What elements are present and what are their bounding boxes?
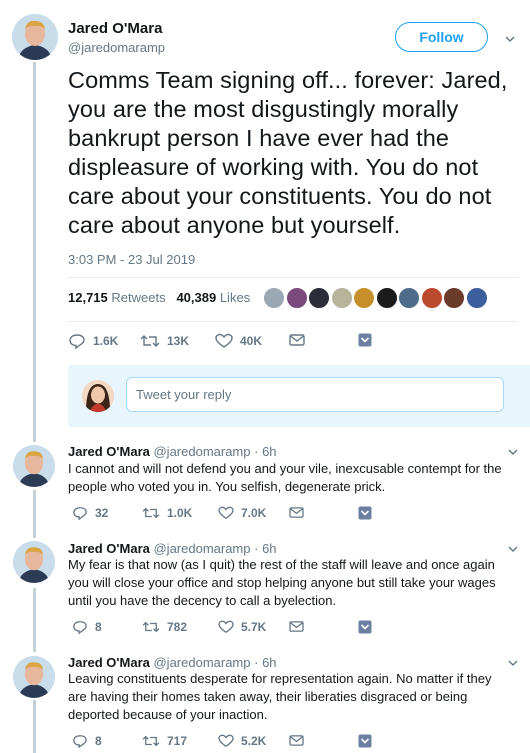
- reply-header[interactable]: Jared O'Mara @jaredomaramp · 6h: [68, 541, 277, 556]
- likes-stat[interactable]: 40,389 Likes: [176, 290, 250, 305]
- chevron-down-icon[interactable]: [508, 448, 518, 456]
- liker-avatar[interactable]: [330, 287, 353, 309]
- liker-avatar[interactable]: [420, 287, 443, 309]
- thread-line: [33, 700, 36, 753]
- reply-text: My fear is that now (as I quit) the rest…: [68, 557, 496, 608]
- liker-avatar[interactable]: [308, 287, 330, 309]
- heart-icon: [218, 620, 234, 634]
- mail-icon: [289, 735, 304, 746]
- direct-message-icon: [358, 333, 372, 347]
- like-action[interactable]: 40K: [215, 333, 262, 349]
- mail-icon: [289, 507, 304, 518]
- share-action[interactable]: [289, 734, 304, 747]
- direct-message-action[interactable]: [358, 734, 372, 748]
- liker-avatar[interactable]: [263, 287, 285, 309]
- reply-icon: [69, 334, 85, 349]
- liker-avatar[interactable]: [353, 287, 375, 309]
- direct-message-icon: [358, 734, 372, 748]
- chevron-down-icon[interactable]: [508, 545, 518, 553]
- divider: [68, 277, 518, 278]
- retweet-icon: [140, 335, 160, 347]
- share-action[interactable]: [289, 506, 304, 519]
- tweet-timestamp[interactable]: 3:03 PM - 23 Jul 2019: [68, 252, 195, 267]
- heart-icon: [215, 333, 233, 348]
- retweet-icon: [142, 621, 160, 633]
- retweets-stat[interactable]: 12,715 Retweets: [68, 290, 166, 305]
- retweet-action[interactable]: 782: [142, 620, 187, 634]
- retweet-action[interactable]: 13K: [140, 333, 189, 349]
- thread-line: [33, 62, 36, 442]
- liker-avatar[interactable]: [375, 287, 398, 309]
- heart-icon: [218, 506, 234, 520]
- mail-icon: [289, 334, 305, 346]
- chevron-down-icon[interactable]: [505, 34, 515, 44]
- reply-author-avatar[interactable]: [13, 445, 55, 487]
- direct-message-action[interactable]: [358, 333, 372, 347]
- reply-header[interactable]: Jared O'Mara @jaredomaramp · 6h: [68, 655, 277, 670]
- like-action[interactable]: 5.7K: [218, 620, 266, 634]
- like-action[interactable]: 5.2K: [218, 734, 266, 748]
- chevron-down-icon[interactable]: [508, 659, 518, 667]
- share-action[interactable]: [289, 333, 305, 347]
- direct-message-action[interactable]: [358, 620, 372, 634]
- direct-message-icon: [358, 506, 372, 520]
- share-action[interactable]: [289, 620, 304, 633]
- reply-action[interactable]: 32: [72, 506, 108, 520]
- reply-icon: [73, 507, 87, 520]
- reply-action[interactable]: 8: [72, 734, 102, 748]
- retweet-icon: [142, 507, 160, 519]
- reply-action[interactable]: 1.6K: [68, 333, 118, 349]
- liker-avatar[interactable]: [465, 287, 488, 309]
- retweet-action[interactable]: 717: [142, 734, 187, 748]
- follow-button[interactable]: Follow: [395, 22, 488, 52]
- heart-icon: [218, 734, 234, 748]
- retweet-icon: [142, 735, 160, 747]
- thread-line: [33, 588, 36, 652]
- direct-message-action[interactable]: [358, 506, 372, 520]
- like-action[interactable]: 7.0K: [218, 506, 266, 520]
- liker-avatar[interactable]: [443, 287, 465, 309]
- reply-input[interactable]: Tweet your reply: [126, 377, 504, 412]
- direct-message-icon: [358, 620, 372, 634]
- divider: [68, 321, 518, 322]
- reply-author-avatar[interactable]: [13, 541, 55, 583]
- retweet-action[interactable]: 1.0K: [142, 506, 192, 520]
- thread-line: [33, 490, 36, 538]
- author-avatar[interactable]: [12, 14, 58, 60]
- liker-avatar[interactable]: [398, 287, 420, 309]
- reply-text: I cannot and will not defend you and you…: [68, 461, 502, 494]
- reply-header[interactable]: Jared O'Mara @jaredomaramp · 6h: [68, 444, 277, 459]
- author-handle[interactable]: @jaredomaramp: [68, 40, 165, 55]
- author-name[interactable]: Jared O'Mara: [68, 20, 162, 37]
- current-user-avatar: [82, 380, 114, 412]
- reply-icon: [73, 735, 87, 748]
- mail-icon: [289, 621, 304, 632]
- reply-author-avatar[interactable]: [13, 656, 55, 698]
- reply-text: Leaving constituents desperate for repre…: [68, 671, 492, 722]
- tweet-text: Comms Team signing off... forever: Jared…: [68, 67, 508, 238]
- liker-avatar[interactable]: [285, 287, 308, 309]
- reply-action[interactable]: 8: [72, 620, 102, 634]
- tweet-stats: 12,715 Retweets 40,389 Likes: [68, 290, 250, 305]
- reply-icon: [73, 621, 87, 634]
